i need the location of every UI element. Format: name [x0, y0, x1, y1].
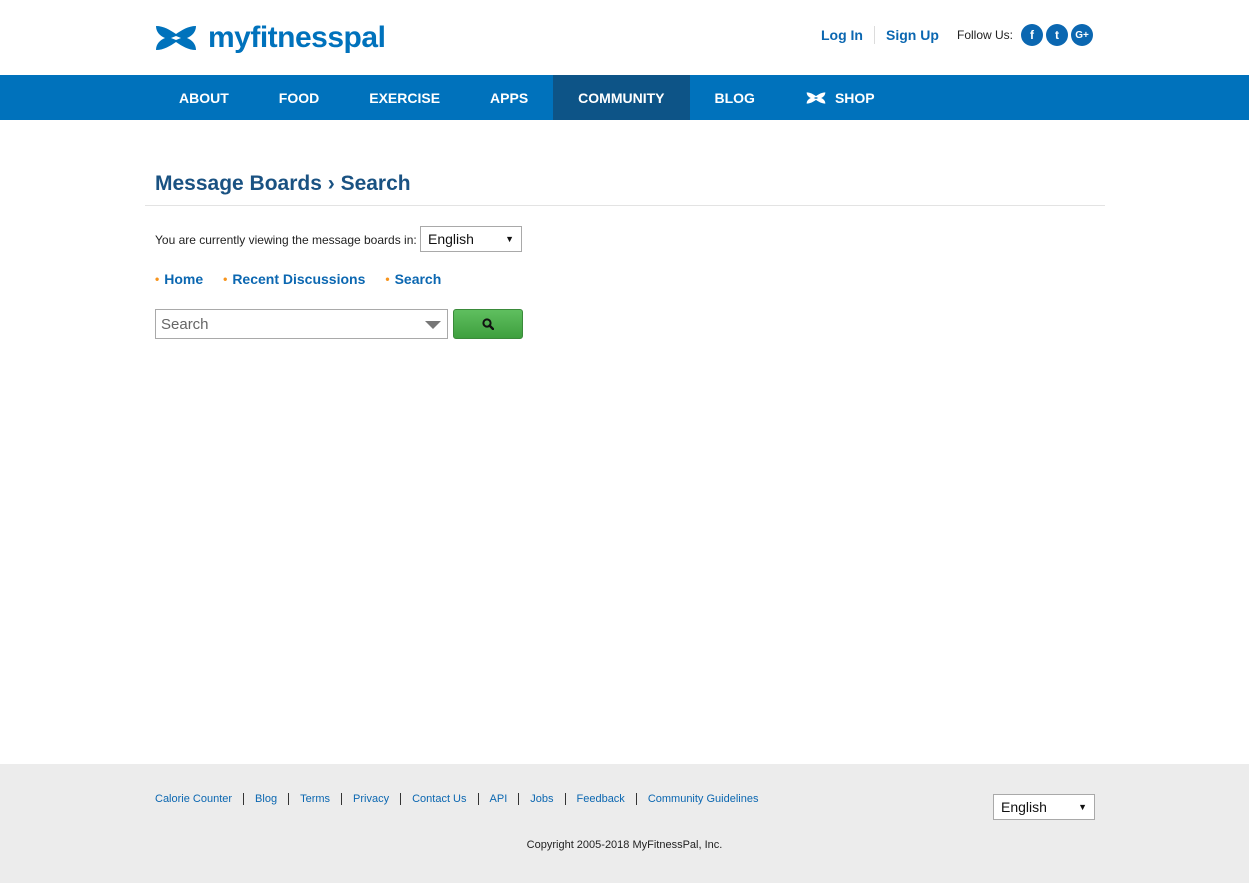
nav-label: SHOP [834, 89, 875, 106]
bullet-icon: • [223, 272, 228, 286]
title-divider [145, 205, 1105, 206]
footer-divider [243, 793, 245, 805]
bullet-icon: • [155, 272, 160, 286]
search-button[interactable] [453, 309, 523, 339]
under-armour-logo-icon [156, 26, 196, 50]
nav-item-apps[interactable]: APPS [465, 75, 553, 120]
site-footer: Calorie Counter Blog Terms Privacy Conta… [0, 764, 1249, 883]
nav-item-about[interactable]: ABOUT [154, 75, 254, 120]
login-link[interactable]: Log In [821, 27, 863, 43]
home-link[interactable]: Home [164, 271, 203, 287]
facebook-icon[interactable]: f [1021, 24, 1043, 46]
nav-label: BLOG [714, 89, 755, 106]
board-link-item: • Recent Discussions [223, 271, 365, 287]
board-link-item: • Home [155, 271, 203, 287]
nav-label: ABOUT [179, 89, 229, 106]
footer-divider [518, 793, 520, 805]
footer-link-api[interactable]: API [490, 793, 508, 805]
footer-link-contact-us[interactable]: Contact Us [412, 793, 466, 805]
dropdown-arrow-icon: ▼ [1078, 802, 1087, 812]
main-nav: ABOUT FOOD EXERCISE APPS COMMUNITY BLOG … [0, 75, 1249, 120]
footer-language-value: English [1001, 799, 1047, 815]
nav-label: EXERCISE [369, 89, 441, 106]
auth-divider [874, 26, 875, 44]
footer-link-community-guidelines[interactable]: Community Guidelines [648, 793, 759, 805]
footer-divider [288, 793, 290, 805]
recent-discussions-link[interactable]: Recent Discussions [232, 271, 365, 287]
footer-link-blog[interactable]: Blog [255, 793, 277, 805]
google-plus-icon[interactable]: G+ [1071, 24, 1093, 46]
nav-item-community[interactable]: COMMUNITY [553, 75, 690, 120]
footer-divider [564, 793, 566, 805]
nav-label: FOOD [278, 89, 320, 106]
search-placeholder: Search [161, 315, 209, 333]
under-armour-shop-icon [806, 91, 826, 104]
board-link-item: • Search [385, 271, 441, 287]
nav-label: APPS [490, 89, 529, 106]
page-title: Message Boards › Search [155, 172, 411, 195]
signup-link[interactable]: Sign Up [886, 27, 939, 43]
follow-label: Follow Us: [957, 28, 1014, 42]
footer-link-privacy[interactable]: Privacy [353, 793, 389, 805]
site-header: myfitnesspal Log In Sign Up Follow Us: f… [0, 0, 1249, 75]
bullet-icon: • [385, 272, 390, 286]
auth-links: Log In Sign Up [821, 26, 939, 44]
nav-item-blog[interactable]: BLOG [690, 75, 780, 120]
dropdown-arrow-icon: ▼ [505, 234, 514, 244]
footer-link-jobs[interactable]: Jobs [530, 793, 553, 805]
search-icon [482, 318, 494, 330]
footer-divider [477, 793, 479, 805]
search-dropdown-icon[interactable] [425, 321, 441, 329]
footer-divider [400, 793, 402, 805]
footer-link-calorie-counter[interactable]: Calorie Counter [155, 793, 232, 805]
logo-text: myfitnesspal [208, 21, 386, 54]
nav-label: COMMUNITY [578, 89, 665, 106]
footer-links: Calorie Counter Blog Terms Privacy Conta… [155, 793, 758, 805]
footer-link-feedback[interactable]: Feedback [577, 793, 625, 805]
nav-item-shop[interactable]: SHOP [780, 75, 900, 120]
nav-item-food[interactable]: FOOD [254, 75, 344, 120]
search-link[interactable]: Search [395, 271, 442, 287]
board-links: • Home • Recent Discussions • Search [155, 271, 461, 287]
footer-language-select[interactable]: English ▼ [993, 794, 1095, 820]
footer-link-terms[interactable]: Terms [300, 793, 330, 805]
footer-divider [341, 793, 343, 805]
social-links: f t G+ [1021, 24, 1093, 46]
board-language-select[interactable]: English ▼ [420, 226, 522, 252]
search-input[interactable]: Search [155, 309, 448, 339]
twitter-icon[interactable]: t [1046, 24, 1068, 46]
copyright-text: Copyright 2005-2018 MyFitnessPal, Inc. [526, 839, 723, 851]
nav-item-exercise[interactable]: EXERCISE [344, 75, 465, 120]
footer-divider [635, 793, 637, 805]
logo[interactable]: myfitnesspal [154, 21, 386, 54]
viewing-label: You are currently viewing the message bo… [155, 233, 417, 247]
board-language-value: English [428, 231, 474, 247]
